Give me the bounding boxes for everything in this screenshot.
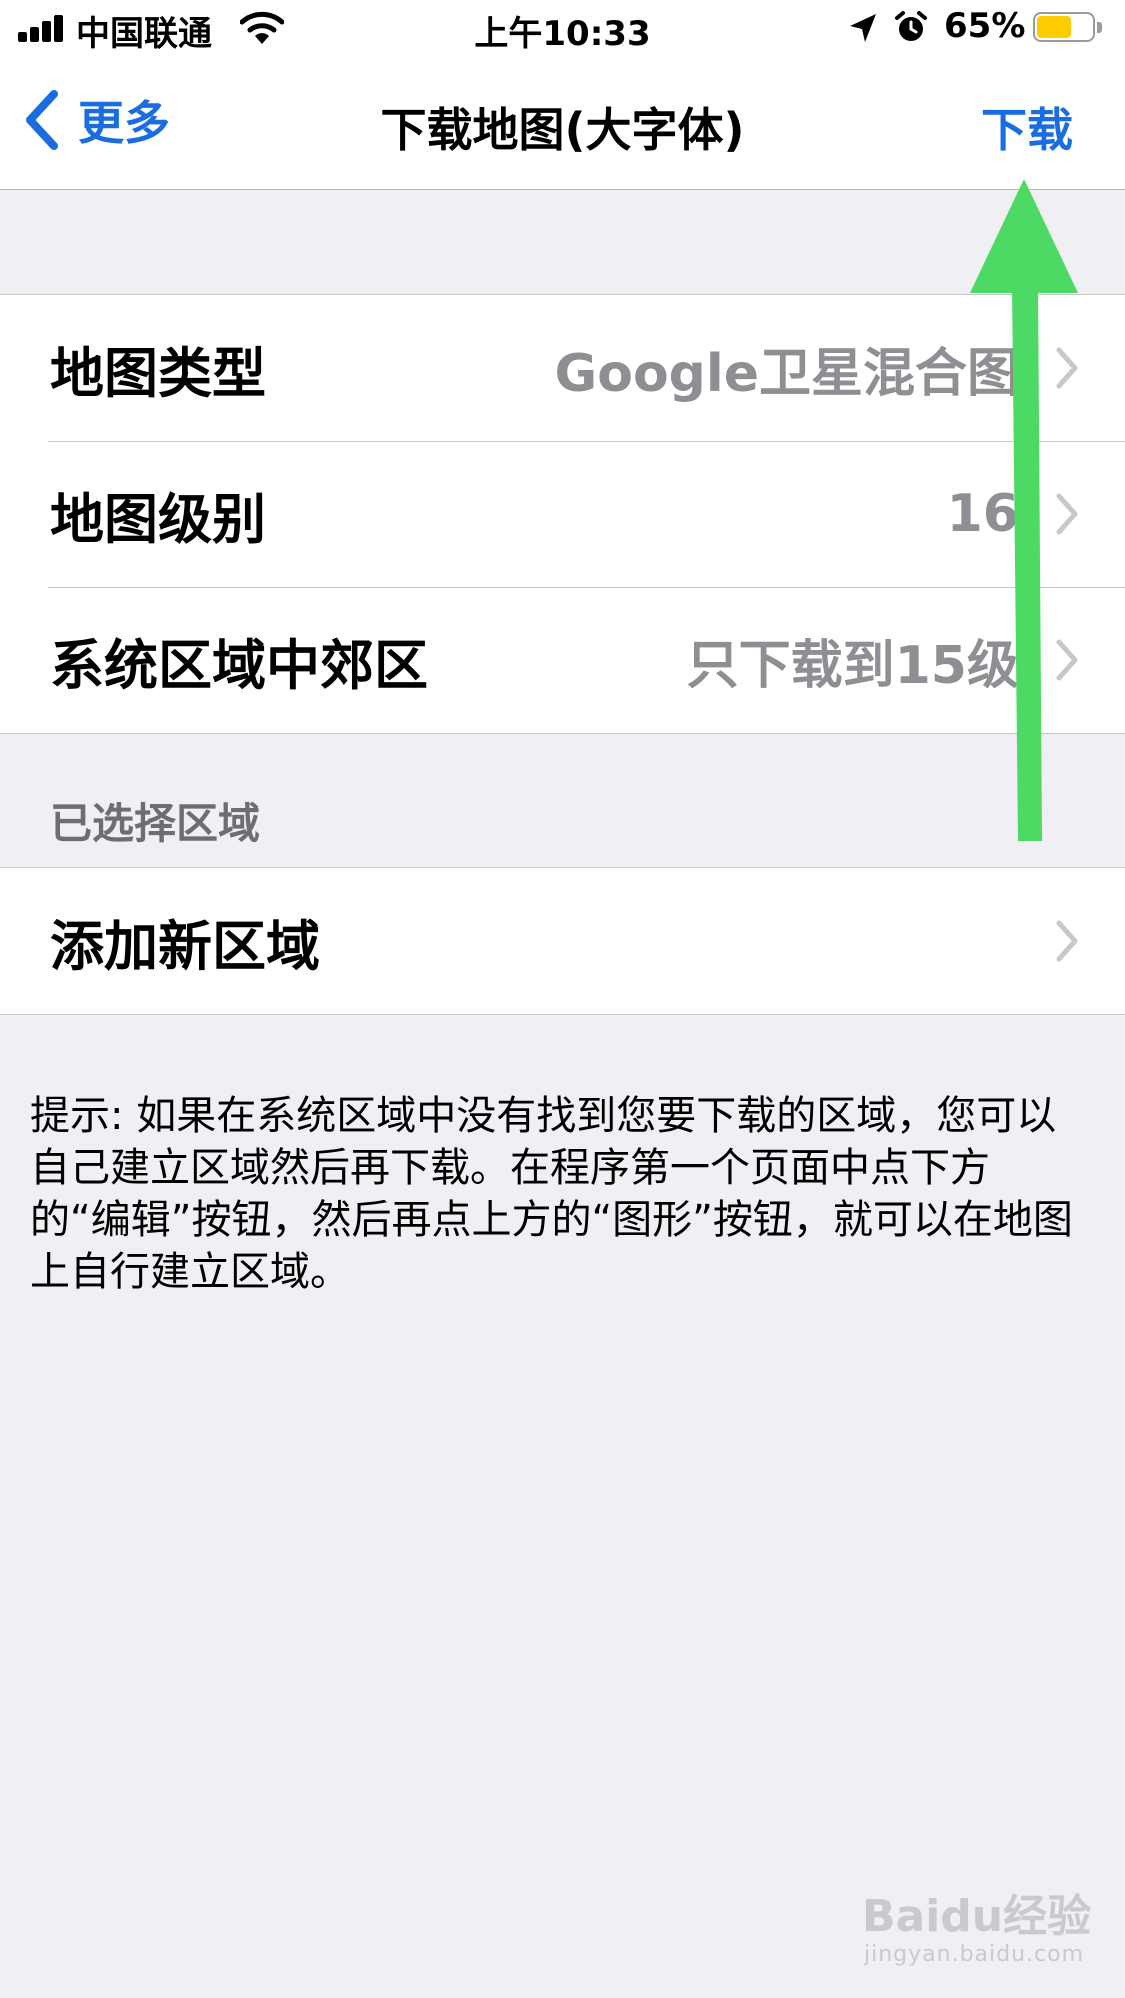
hint-text: 提示: 如果在系统区域中没有找到您要下载的区域，您可以自己建立区域然后再下载。在… — [30, 1093, 1073, 1295]
selected-regions-group: 添加新区域 — [0, 867, 1125, 1015]
row-label: 系统区域中郊区 — [50, 633, 428, 697]
chevron-right-icon — [1056, 920, 1078, 962]
settings-row-suburb[interactable]: 系统区域中郊区 只下载到15级 — [0, 587, 1125, 733]
alarm-clock-icon — [895, 11, 927, 41]
row-value: Google卫星混合图 — [554, 343, 1019, 404]
map-settings-group: 地图类型 Google卫星混合图 地图级别 16 系统区域中郊区 只下载到15级 — [0, 294, 1125, 734]
settings-row-map-level[interactable]: 地图级别 16 — [0, 441, 1125, 587]
baidu-watermark: Baidu经验 jingyan.baidu.com — [862, 1880, 1092, 1980]
annotation-arrow-icon — [970, 179, 1078, 841]
section-header-selected-regions: 已选择区域 — [50, 799, 261, 848]
row-label: 添加新区域 — [50, 914, 320, 978]
watermark-logo: Baidu经验 — [862, 1891, 1092, 1942]
navigation-bar: 更多 下载地图(大字体) 下载 — [0, 56, 1125, 190]
page-title: 下载地图(大字体) — [380, 103, 745, 157]
watermark-url: jingyan.baidu.com — [864, 1942, 1085, 1967]
add-new-region-row[interactable]: 添加新区域 — [0, 868, 1125, 1014]
battery-percent: 65% — [944, 6, 1026, 46]
row-label: 地图级别 — [50, 487, 266, 551]
battery-icon — [1033, 12, 1103, 44]
download-button[interactable]: 下载 — [981, 94, 1073, 160]
settings-row-map-type[interactable]: 地图类型 Google卫星混合图 — [0, 295, 1125, 441]
location-arrow-icon — [850, 14, 876, 42]
status-bar: 中国联通 上午10:33 65% — [0, 0, 1125, 56]
row-label: 地图类型 — [50, 341, 266, 405]
